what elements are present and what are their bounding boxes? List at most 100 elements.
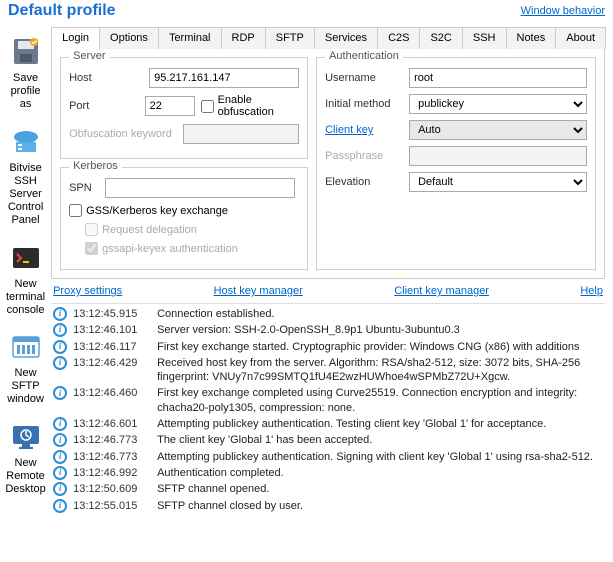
log-message: First key exchange started. Cryptographi… bbox=[157, 340, 603, 354]
log-timestamp: 13:12:46.460 bbox=[73, 386, 151, 400]
sidebar-label: Bitvise SSH Server Control Panel bbox=[4, 162, 47, 228]
obf-keyword-label: Obfuscation keyword bbox=[69, 128, 177, 140]
server-control-button[interactable]: Bitvise SSH Server Control Panel bbox=[0, 120, 51, 232]
log-timestamp: 13:12:46.117 bbox=[73, 340, 151, 354]
username-input[interactable] bbox=[409, 68, 587, 88]
method-label: Initial method bbox=[325, 98, 403, 110]
log-timestamp: 13:12:46.429 bbox=[73, 356, 151, 370]
request-delegation-checkbox: Request delegation bbox=[85, 223, 299, 236]
info-icon: i bbox=[53, 307, 67, 321]
port-label: Port bbox=[69, 100, 138, 112]
proxy-settings-link[interactable]: Proxy settings bbox=[53, 285, 122, 297]
log-message: Received host key from the server. Algor… bbox=[157, 356, 603, 385]
port-input[interactable] bbox=[145, 96, 195, 116]
log-row: i 13:12:46.773 The client key 'Global 1' h… bbox=[51, 432, 605, 448]
log-row: i 13:12:46.460 First key exchange complete… bbox=[51, 385, 605, 416]
gssapi-checkbox: gssapi-keyex authentication bbox=[85, 242, 299, 255]
info-icon: i bbox=[53, 433, 67, 447]
obfuscation-checkbox[interactable]: Enable obfuscation bbox=[201, 94, 300, 118]
sidebar-label: New SFTP window bbox=[4, 367, 47, 407]
log-message: Connection established. bbox=[157, 307, 603, 321]
log-row: i13:12:55.015SFTP channel closed by user… bbox=[51, 498, 605, 514]
spn-label: SPN bbox=[69, 182, 99, 194]
server-group: Server Host Port Enable obfuscation Obfu… bbox=[60, 57, 308, 159]
method-select[interactable]: publickey bbox=[409, 94, 587, 114]
log-row: i13:12:50.609SFTP channel opened. bbox=[51, 481, 605, 497]
log-row: i 13:12:46.101 Server version: SSH-2.0-Ope… bbox=[51, 322, 605, 338]
elevation-label: Elevation bbox=[325, 176, 403, 188]
log-message: Authentication completed. bbox=[157, 466, 603, 480]
info-icon: i bbox=[53, 499, 67, 513]
log-timestamp: 13:12:46.773 bbox=[73, 450, 151, 464]
tab-about[interactable]: About bbox=[555, 27, 606, 49]
log-message: Attempting publickey authentication. Tes… bbox=[157, 417, 603, 431]
username-label: Username bbox=[325, 72, 403, 84]
sidebar-label: New Remote Desktop bbox=[4, 457, 47, 497]
tab-sftp[interactable]: SFTP bbox=[265, 27, 315, 49]
host-label: Host bbox=[69, 72, 143, 84]
sidebar-label: New terminal console bbox=[4, 278, 47, 318]
info-icon: i bbox=[53, 482, 67, 496]
new-remote-desktop-button[interactable]: New Remote Desktop bbox=[0, 415, 51, 501]
log-row: i 13:12:46.429 Received host key from the … bbox=[51, 355, 605, 386]
log-message: Attempting publickey authentication. Sig… bbox=[157, 450, 603, 464]
tab-ssh[interactable]: SSH bbox=[462, 27, 507, 49]
new-terminal-button[interactable]: New terminal console bbox=[0, 236, 51, 322]
tab-terminal[interactable]: Terminal bbox=[158, 27, 222, 49]
client-key-manager-link[interactable]: Client key manager bbox=[394, 285, 489, 297]
auth-group: Authentication Username Initial method p… bbox=[316, 57, 596, 270]
log-message: SFTP channel opened. bbox=[157, 482, 603, 496]
info-icon: i bbox=[53, 356, 67, 370]
elevation-select[interactable]: Default bbox=[409, 172, 587, 192]
group-title: Authentication bbox=[325, 50, 403, 62]
log-message: First key exchange completed using Curve… bbox=[157, 386, 603, 415]
log-timestamp: 13:12:46.601 bbox=[73, 417, 151, 431]
login-panel: Server Host Port Enable obfuscation Obfu… bbox=[51, 49, 605, 279]
save-profile-button[interactable]: Save profile as bbox=[0, 30, 51, 116]
info-icon: i bbox=[53, 417, 67, 431]
log-row: i 13:12:46.773 Attempting publickey authen… bbox=[51, 449, 605, 465]
log-message: Server version: SSH-2.0-OpenSSH_8.9p1 Ub… bbox=[157, 323, 603, 337]
gss-checkbox[interactable]: GSS/Kerberos key exchange bbox=[69, 204, 299, 217]
log-timestamp: 13:12:46.101 bbox=[73, 323, 151, 337]
log-row: i13:12:46.992Authentication completed. bbox=[51, 465, 605, 481]
terminal-icon bbox=[8, 240, 44, 276]
info-icon: i bbox=[53, 386, 67, 400]
tab-options[interactable]: Options bbox=[99, 27, 159, 49]
tab-rdp[interactable]: RDP bbox=[221, 27, 266, 49]
log-row: i 13:12:46.117 First key exchange started.… bbox=[51, 339, 605, 355]
sidebar: Save profile as Bitvise SSH Server Contr… bbox=[0, 22, 51, 552]
tab-s2c[interactable]: S2C bbox=[419, 27, 462, 49]
passphrase-input bbox=[409, 146, 587, 166]
log-timestamp: 13:12:45.915 bbox=[73, 307, 151, 321]
group-title: Server bbox=[69, 50, 109, 62]
log-timestamp: 13:12:46.992 bbox=[73, 466, 151, 480]
client-key-link[interactable]: Client key bbox=[325, 124, 403, 136]
spn-input[interactable] bbox=[105, 178, 295, 198]
remote-desktop-icon bbox=[8, 419, 44, 455]
obf-keyword-input bbox=[183, 124, 299, 144]
log-message: The client key 'Global 1' has been accep… bbox=[157, 433, 603, 447]
log-timestamp: 13:12:46.773 bbox=[73, 433, 151, 447]
host-key-manager-link[interactable]: Host key manager bbox=[214, 285, 303, 297]
server-cloud-icon bbox=[8, 124, 44, 160]
tab-c2s[interactable]: C2S bbox=[377, 27, 420, 49]
client-key-select[interactable]: Auto bbox=[409, 120, 587, 140]
host-input[interactable] bbox=[149, 68, 299, 88]
new-sftp-button[interactable]: New SFTP window bbox=[0, 325, 51, 411]
kerberos-group: Kerberos SPN GSS/Kerberos key exchange R… bbox=[60, 167, 308, 270]
tab-login[interactable]: Login bbox=[51, 27, 100, 49]
tab-notes[interactable]: Notes bbox=[506, 27, 557, 49]
info-icon: i bbox=[53, 450, 67, 464]
log-timestamp: 13:12:55.015 bbox=[73, 499, 151, 513]
log-area: i13:12:45.915Connection established.i13:… bbox=[51, 303, 605, 552]
floppy-icon bbox=[8, 34, 44, 70]
sidebar-label: Save profile as bbox=[4, 72, 47, 112]
links-row: Proxy settings Host key manager Client k… bbox=[51, 279, 605, 303]
log-row: i 13:12:46.601 Attempting publickey authen… bbox=[51, 416, 605, 432]
tab-services[interactable]: Services bbox=[314, 27, 378, 49]
info-icon: i bbox=[53, 323, 67, 337]
window-behavior-link[interactable]: Window behavior bbox=[521, 5, 605, 17]
info-icon: i bbox=[53, 340, 67, 354]
help-link[interactable]: Help bbox=[580, 285, 603, 297]
